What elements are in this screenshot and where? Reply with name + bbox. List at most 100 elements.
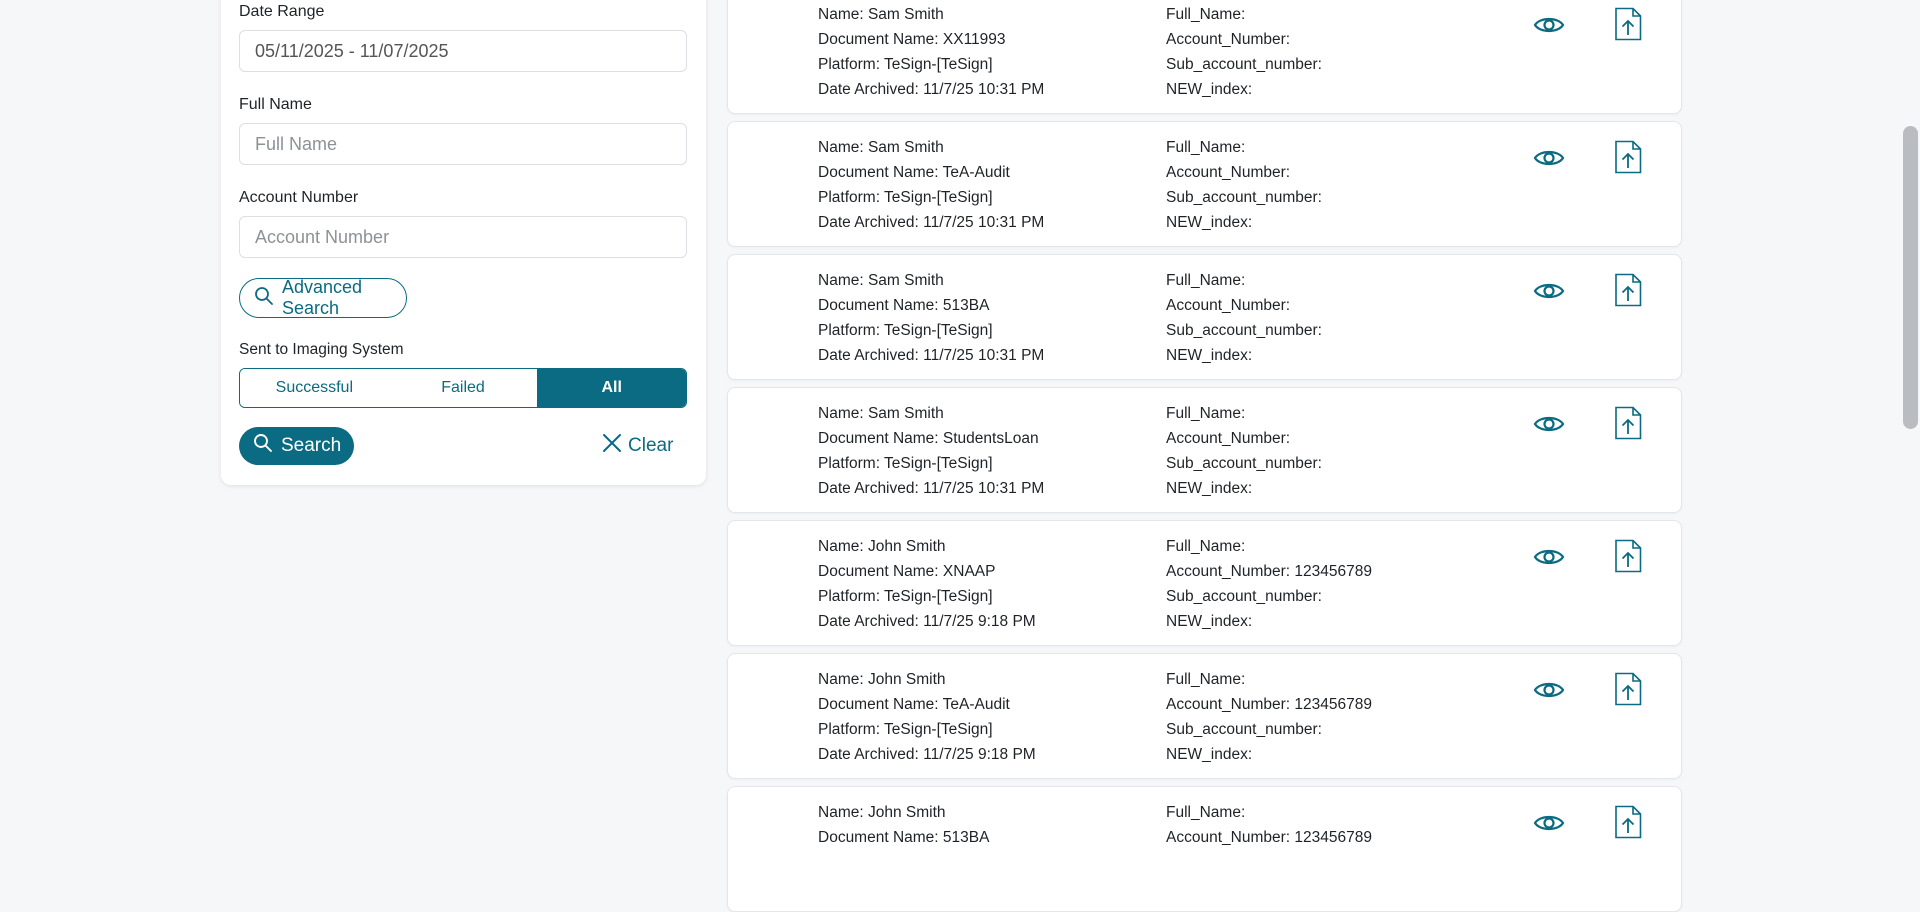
card-name: Name: Sam Smith [818, 6, 944, 23]
account-number-label: Account Number [239, 189, 359, 206]
card-date-archived: Date Archived: 11/7/25 9:18 PM [818, 613, 1036, 630]
file-upload-icon[interactable] [1614, 273, 1642, 312]
card-document-name: Document Name: 513BA [818, 829, 990, 846]
card-index-fields: Full_Name: Account_Number: 123456789 [1166, 800, 1372, 850]
card-new-index: NEW_index: [1166, 347, 1253, 364]
card-account-number: Account_Number: [1166, 164, 1291, 181]
eye-icon[interactable] [1533, 146, 1565, 175]
sent-to-imaging-label: Sent to Imaging System [239, 341, 404, 358]
card-document-name: Document Name: StudentsLoan [818, 430, 1039, 447]
card-full-name: Full_Name: [1166, 6, 1246, 23]
card-date-archived: Date Archived: 11/7/25 10:31 PM [818, 214, 1045, 231]
card-date-archived: Date Archived: 11/7/25 9:18 PM [818, 746, 1036, 763]
card-new-index: NEW_index: [1166, 81, 1253, 98]
card-sub-account-number: Sub_account_number: [1166, 721, 1322, 738]
card-sub-account-number: Sub_account_number: [1166, 56, 1322, 73]
card-name: Name: Sam Smith [818, 272, 944, 289]
card-index-fields: Full_Name: Account_Number: Sub_account_n… [1166, 268, 1322, 368]
date-range-label: Date Range [239, 3, 325, 20]
card-platform: Platform: TeSign-[TeSign] [818, 455, 993, 472]
card-full-name: Full_Name: [1166, 272, 1246, 289]
full-name-input[interactable] [239, 123, 687, 165]
eye-icon[interactable] [1533, 13, 1565, 42]
segment-successful[interactable]: Successful [240, 369, 389, 407]
result-card: Name: John Smith Document Name: TeA-Audi… [727, 653, 1682, 779]
card-index-fields: Full_Name: Account_Number: Sub_account_n… [1166, 401, 1322, 501]
card-document-name: Document Name: TeA-Audit [818, 696, 1010, 713]
file-upload-icon[interactable] [1614, 539, 1642, 578]
card-index-fields: Full_Name: Account_Number: Sub_account_n… [1166, 2, 1322, 102]
clear-button[interactable]: Clear [602, 427, 673, 465]
account-number-input[interactable] [239, 216, 687, 258]
card-name: Name: Sam Smith [818, 139, 944, 156]
search-icon [253, 433, 273, 459]
segment-all[interactable]: All [537, 369, 686, 407]
file-upload-icon[interactable] [1614, 406, 1642, 445]
card-account-number: Account_Number: [1166, 430, 1291, 447]
card-account-number: Account_Number: 123456789 [1166, 563, 1372, 580]
card-account-number: Account_Number: 123456789 [1166, 696, 1372, 713]
file-upload-icon[interactable] [1614, 805, 1642, 844]
card-new-index: NEW_index: [1166, 480, 1253, 497]
card-name: Name: John Smith [818, 804, 946, 821]
result-card: Name: Sam Smith Document Name: StudentsL… [727, 387, 1682, 513]
card-name: Name: Sam Smith [818, 405, 944, 422]
result-card: Name: Sam Smith Document Name: TeA-Audit… [727, 121, 1682, 247]
eye-icon[interactable] [1533, 279, 1565, 308]
segment-failed[interactable]: Failed [388, 369, 538, 407]
card-platform: Platform: TeSign-[TeSign] [818, 56, 993, 73]
eye-icon[interactable] [1533, 811, 1565, 840]
card-document-name: Document Name: XX11993 [818, 31, 1006, 48]
card-details: Name: Sam Smith Document Name: 513BA Pla… [818, 268, 1044, 368]
card-details: Name: Sam Smith Document Name: XX11993 P… [818, 2, 1044, 102]
card-platform: Platform: TeSign-[TeSign] [818, 189, 993, 206]
eye-icon[interactable] [1533, 545, 1565, 574]
card-date-archived: Date Archived: 11/7/25 10:31 PM [818, 480, 1045, 497]
advanced-search-button[interactable]: Advanced Search [239, 277, 407, 318]
card-details: Name: Sam Smith Document Name: TeA-Audit… [818, 135, 1044, 235]
card-account-number: Account_Number: [1166, 31, 1291, 48]
date-range-input[interactable] [239, 30, 687, 72]
card-account-number: Account_Number: 123456789 [1166, 829, 1372, 846]
card-date-archived: Date Archived: 11/7/25 10:31 PM [818, 347, 1045, 364]
file-upload-icon[interactable] [1614, 7, 1642, 46]
card-index-fields: Full_Name: Account_Number: Sub_account_n… [1166, 135, 1322, 235]
card-platform: Platform: TeSign-[TeSign] [818, 721, 993, 738]
card-sub-account-number: Sub_account_number: [1166, 322, 1322, 339]
imaging-status-toggle: Successful Failed All [239, 368, 687, 408]
card-new-index: NEW_index: [1166, 613, 1253, 630]
result-card: Name: Sam Smith Document Name: 513BA Pla… [727, 254, 1682, 380]
advanced-search-label: Advanced Search [282, 277, 363, 318]
close-icon [602, 433, 622, 459]
card-document-name: Document Name: XNAAP [818, 563, 996, 580]
card-platform: Platform: TeSign-[TeSign] [818, 588, 993, 605]
search-icon [254, 286, 274, 311]
file-upload-icon[interactable] [1614, 140, 1642, 179]
card-new-index: NEW_index: [1166, 214, 1253, 231]
full-name-label: Full Name [239, 96, 312, 113]
card-index-fields: Full_Name: Account_Number: 123456789 Sub… [1166, 534, 1372, 634]
search-button[interactable]: Search [239, 427, 354, 465]
card-details: Name: John Smith Document Name: 513BA [818, 800, 989, 850]
card-full-name: Full_Name: [1166, 139, 1246, 156]
card-full-name: Full_Name: [1166, 804, 1246, 821]
result-card: Name: John Smith Document Name: XNAAP Pl… [727, 520, 1682, 646]
result-card: Name: Sam Smith Document Name: XX11993 P… [727, 0, 1682, 114]
card-details: Name: Sam Smith Document Name: StudentsL… [818, 401, 1044, 501]
card-new-index: NEW_index: [1166, 746, 1253, 763]
file-upload-icon[interactable] [1614, 672, 1642, 711]
card-platform: Platform: TeSign-[TeSign] [818, 322, 993, 339]
card-details: Name: John Smith Document Name: TeA-Audi… [818, 667, 1036, 767]
card-full-name: Full_Name: [1166, 405, 1246, 422]
card-full-name: Full_Name: [1166, 671, 1246, 688]
card-index-fields: Full_Name: Account_Number: 123456789 Sub… [1166, 667, 1372, 767]
card-details: Name: John Smith Document Name: XNAAP Pl… [818, 534, 1036, 634]
eye-icon[interactable] [1533, 678, 1565, 707]
clear-button-label: Clear [628, 435, 674, 456]
scrollbar-thumb[interactable] [1903, 126, 1918, 429]
eye-icon[interactable] [1533, 412, 1565, 441]
card-full-name: Full_Name: [1166, 538, 1246, 555]
card-document-name: Document Name: 513BA [818, 297, 990, 314]
result-card: Name: John Smith Document Name: 513BA Fu… [727, 786, 1682, 912]
card-sub-account-number: Sub_account_number: [1166, 455, 1322, 472]
